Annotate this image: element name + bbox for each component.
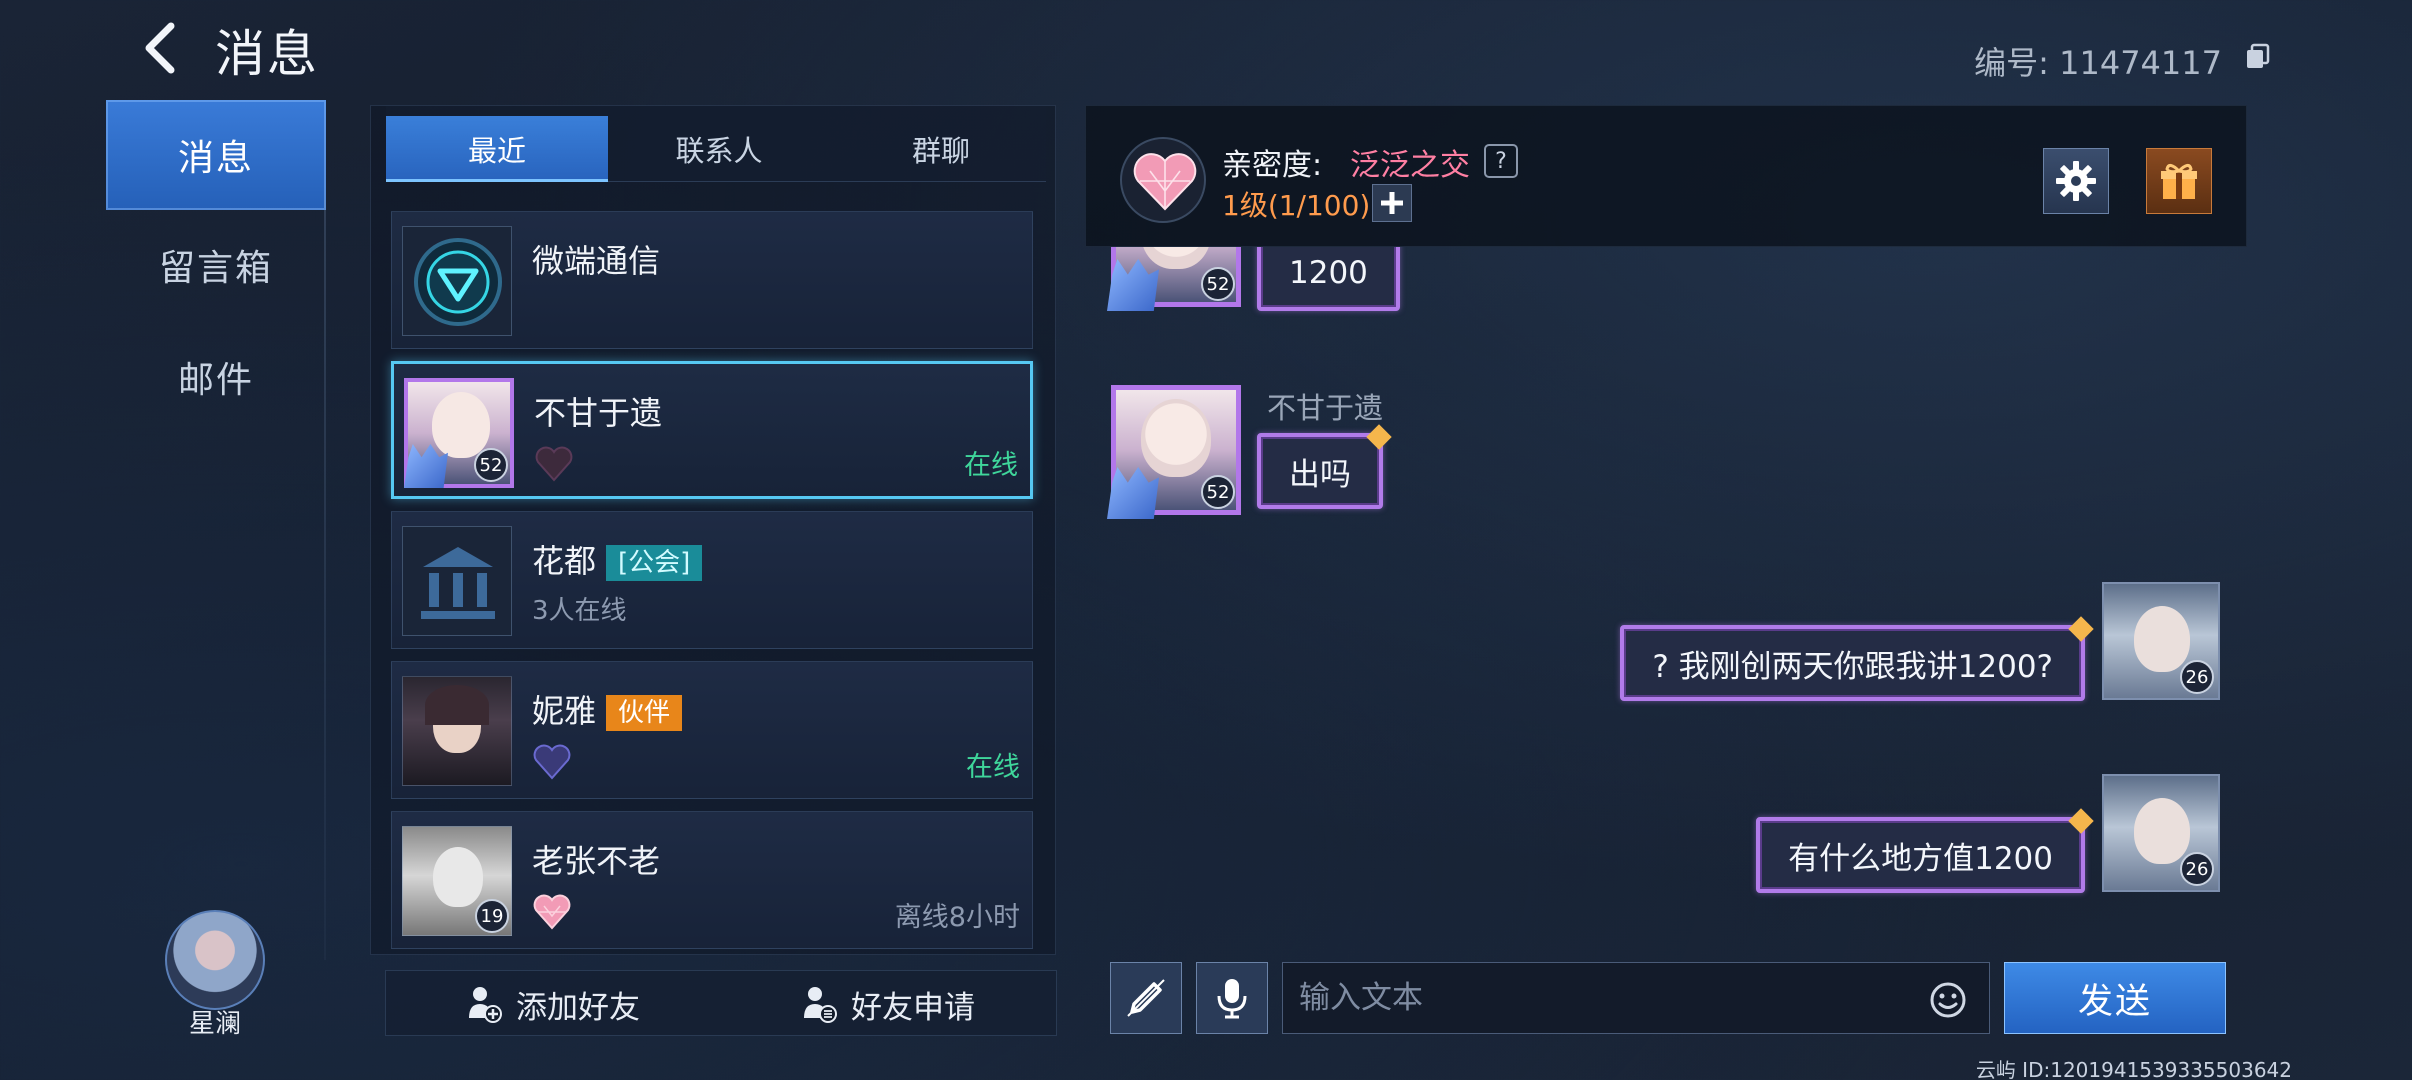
list-item[interactable]: 花都 [公会] 3人在线	[391, 511, 1033, 649]
self-avatar[interactable]: 26	[2102, 774, 2220, 892]
player-avatar[interactable]	[165, 910, 265, 1010]
list-item[interactable]: 妮雅 伙伴 在线	[391, 661, 1033, 799]
tab-group-chat[interactable]: 群聊	[830, 116, 1052, 182]
user-number: 编号: 11474117	[1974, 44, 2222, 82]
message-bubble: 有什么地方值1200	[1756, 808, 2094, 893]
plus-icon	[1381, 192, 1403, 214]
intimacy-value: 泛泛之交	[1350, 148, 1470, 183]
intimacy-label: 亲密度:	[1222, 148, 1323, 183]
self-avatar[interactable]: 26	[2102, 582, 2220, 700]
gift-button[interactable]	[2146, 148, 2212, 214]
nav-item-messages[interactable]: 消息	[106, 100, 326, 210]
level-badge: 52	[474, 448, 508, 482]
contact-avatar: 19	[402, 826, 512, 936]
heart-icon	[1133, 153, 1197, 211]
friend-requests-button[interactable]: 好友申请	[801, 971, 975, 1037]
message-bubble: ? 我刚创两天你跟我讲1200?	[1620, 616, 2094, 701]
level-badge: 26	[2180, 852, 2214, 886]
footer-player-id: 云屿 ID:1201941539335503642	[1975, 1058, 2292, 1080]
contact-name: 老张不老	[532, 842, 661, 880]
message-sender: 不甘于遗	[1267, 391, 1384, 425]
chat-messages: 52 1200 不甘于遗 52 出吗 云屿 26 ? 我刚创两天你跟我讲1200…	[1085, 247, 2247, 947]
gift-icon	[2161, 164, 2197, 199]
list-item[interactable]: 19 老张不老 离线8小时	[391, 811, 1033, 949]
gear-icon	[2056, 161, 2096, 201]
list-footer: 添加好友 好友申请	[385, 970, 1057, 1036]
message-avatar[interactable]: 52	[1107, 247, 1241, 311]
add-user-icon	[469, 987, 502, 1023]
intimacy-heart-icon	[533, 894, 571, 930]
system-avatar	[402, 226, 512, 336]
message-bubble: 1200	[1257, 247, 1400, 311]
add-intimacy-button[interactable]	[1372, 184, 1412, 222]
nav-item-message-box[interactable]: 留言箱	[106, 210, 326, 320]
tab-bar: 最近 联系人 群聊	[386, 106, 1046, 182]
contact-name: 不甘于遗	[534, 394, 663, 432]
settings-button[interactable]	[2043, 148, 2109, 214]
list-item[interactable]: 52 不甘于遗 在线	[391, 361, 1033, 499]
intimacy-heart-icon	[533, 744, 571, 780]
level-badge: 26	[2180, 660, 2214, 694]
page-title: 消息	[215, 25, 319, 83]
contact-avatar: 52	[404, 378, 514, 488]
chevron-left-icon	[145, 22, 175, 74]
guild-avatar	[402, 526, 512, 636]
send-button[interactable]: 发送	[2004, 962, 2226, 1034]
contact-avatar	[402, 676, 512, 786]
level-badge: 52	[1201, 267, 1235, 301]
tab-contacts[interactable]: 联系人	[608, 116, 830, 182]
divider	[324, 200, 326, 960]
back-button[interactable]	[135, 20, 191, 76]
partner-tag: 伙伴	[606, 695, 683, 731]
tab-recent[interactable]: 最近	[386, 116, 608, 182]
player-name: 星澜	[188, 1009, 241, 1039]
conversation-list-panel: 最近 联系人 群聊 微端通信 52 不甘于遗 在线 花都 [公会] 3人在线 妮…	[370, 105, 1056, 955]
message-input[interactable]	[1299, 963, 1899, 1033]
copy-icon[interactable]	[2244, 42, 2272, 70]
contact-name: 妮雅 伙伴	[532, 686, 683, 732]
online-status: 在线	[964, 450, 1018, 481]
contact-name: 微端通信	[532, 242, 661, 280]
level-badge: 52	[1201, 475, 1235, 509]
quick-phrase-button[interactable]	[1110, 962, 1182, 1034]
left-nav: 消息 留言箱 邮件	[106, 100, 326, 980]
microphone-icon	[1217, 979, 1247, 1019]
message-bubble: 出吗	[1257, 424, 1392, 509]
guild-tag: [公会]	[606, 545, 703, 581]
message-avatar[interactable]: 52	[1107, 385, 1241, 519]
intimacy-heart-icon	[535, 446, 573, 482]
list-item[interactable]: 微端通信	[391, 211, 1033, 349]
help-icon[interactable]: ?	[1484, 144, 1518, 178]
online-count: 3人在线	[532, 596, 627, 626]
comm-terminal-icon	[414, 238, 502, 326]
add-friend-button[interactable]: 添加好友	[466, 971, 640, 1037]
friend-request-icon	[804, 987, 837, 1023]
offline-status: 离线8小时	[894, 902, 1020, 933]
nav-item-mail[interactable]: 邮件	[106, 322, 326, 432]
intimacy-level: 1级(1/100)	[1222, 189, 1371, 222]
emoji-icon[interactable]	[1929, 981, 1967, 1019]
intimacy-badge	[1120, 137, 1206, 223]
message-input-wrapper	[1282, 962, 1990, 1034]
level-badge: 19	[475, 899, 509, 933]
voice-button[interactable]	[1196, 962, 1268, 1034]
online-status: 在线	[966, 752, 1020, 783]
pen-icon	[1127, 979, 1165, 1017]
contact-name: 花都 [公会]	[532, 536, 703, 582]
guild-building-icon	[421, 547, 495, 619]
